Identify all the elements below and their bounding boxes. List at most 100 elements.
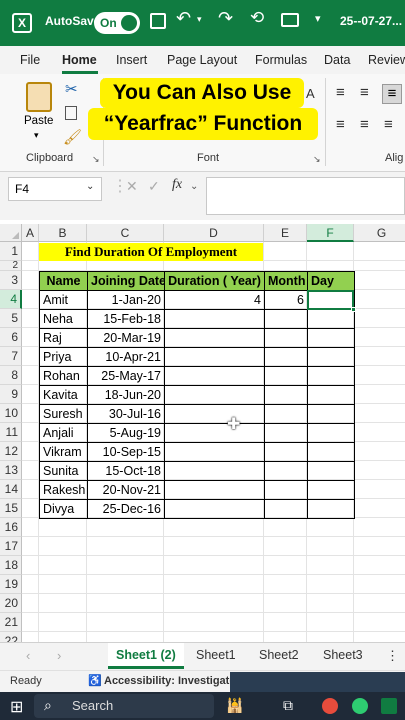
save-icon[interactable] xyxy=(150,13,166,29)
table-cell[interactable]: 20-Mar-19 xyxy=(87,328,165,348)
table-cell[interactable]: Neha xyxy=(39,309,88,329)
table-cell[interactable]: Kavita xyxy=(39,385,88,405)
table-cell[interactable] xyxy=(307,328,355,348)
align-right-icon[interactable]: ≡ xyxy=(384,116,393,133)
row-header-17[interactable]: 17 xyxy=(0,537,22,556)
accessibility-status[interactable]: Accessibility: Investigate xyxy=(104,675,235,687)
table-header-cell[interactable]: Joining Date xyxy=(87,271,165,291)
table-cell[interactable]: 25-Dec-16 xyxy=(87,499,165,519)
table-cell[interactable] xyxy=(307,366,355,386)
table-header-cell[interactable]: Duration ( Year) xyxy=(164,271,265,291)
align-bottom-icon[interactable]: ≡ xyxy=(382,84,402,104)
table-cell[interactable] xyxy=(264,404,308,424)
sheet-tab-sheet2[interactable]: Sheet2 xyxy=(259,648,299,662)
table-header-cell[interactable]: Name xyxy=(39,271,88,291)
spreadsheet-grid[interactable]: ABCDEFG 1 2 3 4 5 6 7 8 9 10 11 12 13 14 15 16 17 18 19 20 2… xyxy=(0,224,405,642)
align-middle-icon[interactable]: ≡ xyxy=(360,84,369,101)
table-cell[interactable] xyxy=(264,442,308,462)
accessibility-icon[interactable]: ♿ xyxy=(88,674,102,687)
column-header-f[interactable]: F xyxy=(307,224,354,242)
table-cell[interactable]: 25-May-17 xyxy=(87,366,165,386)
autosave-toggle[interactable]: On xyxy=(94,12,140,34)
table-cell[interactable]: 6 xyxy=(264,290,308,310)
paste-label[interactable]: Paste xyxy=(24,115,53,127)
fx-icon[interactable]: fx xyxy=(172,177,182,193)
table-cell[interactable] xyxy=(164,423,265,443)
table-cell[interactable] xyxy=(307,442,355,462)
table-cell[interactable] xyxy=(164,499,265,519)
table-cell[interactable]: 30-Jul-16 xyxy=(87,404,165,424)
table-cell[interactable]: Anjali xyxy=(39,423,88,443)
table-cell[interactable]: 20-Nov-21 xyxy=(87,480,165,500)
align-center-icon[interactable]: ≡ xyxy=(360,116,369,133)
table-cell[interactable] xyxy=(164,404,265,424)
table-cell[interactable] xyxy=(164,385,265,405)
task-view-icon[interactable]: ⧉ xyxy=(283,697,293,714)
tab-review[interactable]: Review xyxy=(368,53,405,67)
table-cell[interactable]: 10-Apr-21 xyxy=(87,347,165,367)
sheet-tab-sheet1[interactable]: Sheet1 xyxy=(196,648,236,662)
table-cell[interactable]: Amit xyxy=(39,290,88,310)
table-cell[interactable]: Rakesh xyxy=(39,480,88,500)
row-header-4[interactable]: 4 xyxy=(0,290,22,309)
table-cell[interactable] xyxy=(307,499,355,519)
row-header-19[interactable]: 19 xyxy=(0,575,22,594)
row-header-13[interactable]: 13 xyxy=(0,461,22,480)
align-top-icon[interactable]: ≡ xyxy=(336,84,345,101)
undo-dropdown-icon[interactable]: ▾ xyxy=(197,14,202,25)
table-cell[interactable] xyxy=(164,366,265,386)
fx-dropdown-icon[interactable]: ⌄ xyxy=(190,181,198,192)
row-header-8[interactable]: 8 xyxy=(0,366,22,385)
table-header-cell[interactable]: Month xyxy=(264,271,308,291)
screen-icon[interactable] xyxy=(281,13,299,27)
sheet-tab-sheet3[interactable]: Sheet3 xyxy=(323,648,363,662)
windows-start-icon[interactable]: ⊞ xyxy=(10,697,23,717)
table-cell[interactable] xyxy=(164,309,265,329)
column-header-c[interactable]: C xyxy=(87,224,164,242)
table-cell[interactable]: Rohan xyxy=(39,366,88,386)
row-header-22[interactable]: 22 xyxy=(0,632,22,642)
table-cell[interactable] xyxy=(307,309,355,329)
font-launcher-icon[interactable]: ↘ xyxy=(313,154,321,165)
format-painter-icon[interactable]: 🖌 xyxy=(63,128,82,146)
column-header-d[interactable]: D xyxy=(164,224,264,242)
align-left-icon[interactable]: ≡ xyxy=(336,116,345,133)
table-cell[interactable] xyxy=(264,309,308,329)
tab-file[interactable]: File xyxy=(20,53,40,67)
table-cell[interactable]: 15-Feb-18 xyxy=(87,309,165,329)
redo-icon[interactable]: ↷ xyxy=(218,8,233,29)
chrome-icon[interactable] xyxy=(352,698,368,714)
table-cell[interactable] xyxy=(307,347,355,367)
column-header-a[interactable]: A xyxy=(22,224,39,242)
cut-icon[interactable]: ✂ xyxy=(65,80,78,98)
table-cell[interactable] xyxy=(264,499,308,519)
paste-dropdown-icon[interactable]: ▾ xyxy=(34,130,39,141)
row-header-15[interactable]: 15 xyxy=(0,499,22,518)
row-header-20[interactable]: 20 xyxy=(0,594,22,613)
table-cell[interactable] xyxy=(164,328,265,348)
table-cell[interactable]: 10-Sep-15 xyxy=(87,442,165,462)
column-header-g[interactable]: G xyxy=(354,224,405,242)
table-cell[interactable] xyxy=(307,404,355,424)
table-cell[interactable]: Priya xyxy=(39,347,88,367)
row-header-2[interactable]: 2 xyxy=(0,261,22,271)
table-cell[interactable] xyxy=(264,347,308,367)
row-header-3[interactable]: 3 xyxy=(0,271,22,290)
row-header-5[interactable]: 5 xyxy=(0,309,22,328)
chrome-icon[interactable] xyxy=(322,698,338,714)
table-cell[interactable]: Raj xyxy=(39,328,88,348)
table-cell[interactable] xyxy=(307,423,355,443)
table-cell[interactable]: Suresh xyxy=(39,404,88,424)
formula-input[interactable] xyxy=(206,177,405,215)
more-sheets-icon[interactable]: ⋮ xyxy=(386,648,399,664)
active-cell-cursor[interactable] xyxy=(307,290,354,310)
sheet-title-cell[interactable]: Find Duration Of Employment xyxy=(39,243,263,261)
sheet-tab-sheet1-2[interactable]: Sheet1 (2) xyxy=(116,648,176,662)
table-cell[interactable] xyxy=(164,461,265,481)
next-sheet-icon[interactable]: › xyxy=(57,648,61,663)
copy-icon[interactable] xyxy=(65,106,77,120)
table-cell[interactable] xyxy=(164,480,265,500)
paste-icon[interactable] xyxy=(26,82,52,112)
row-header-9[interactable]: 9 xyxy=(0,385,22,404)
table-cell[interactable]: Vikram xyxy=(39,442,88,462)
